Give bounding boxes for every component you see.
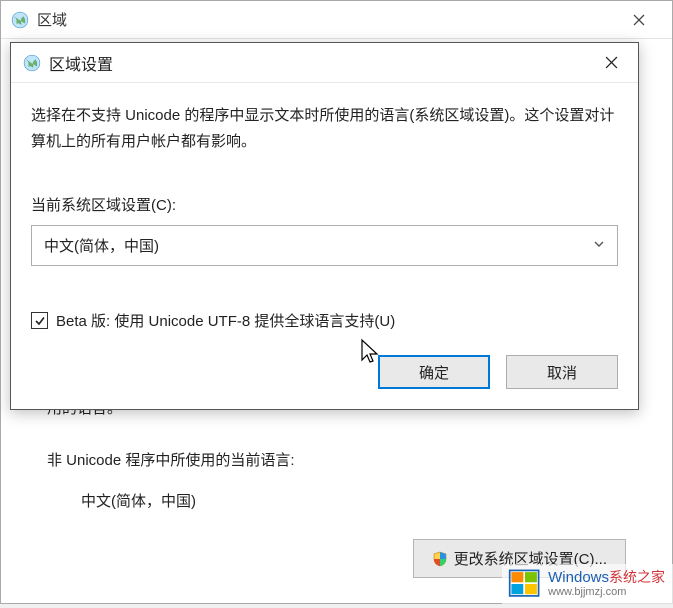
check-icon bbox=[34, 315, 46, 327]
globe-icon bbox=[23, 54, 41, 72]
current-language-value: 中文(简体，中国) bbox=[81, 490, 626, 511]
ok-button[interactable]: 确定 bbox=[378, 355, 490, 389]
dialog-description: 选择在不支持 Unicode 的程序中显示文本时所使用的语言(系统区域设置)。这… bbox=[31, 103, 618, 154]
region-settings-dialog: 区域设置 选择在不支持 Unicode 的程序中显示文本时所使用的语言(系统区域… bbox=[10, 42, 639, 410]
globe-icon bbox=[11, 11, 29, 29]
locale-select[interactable]: 中文(简体，中国) bbox=[31, 225, 618, 266]
ok-label: 确定 bbox=[419, 362, 449, 383]
watermark-brand-zh: 系统之家 bbox=[609, 569, 665, 585]
close-icon bbox=[605, 56, 618, 69]
parent-title: 区域 bbox=[37, 9, 67, 30]
cancel-button[interactable]: 取消 bbox=[506, 355, 618, 389]
utf8-checkbox[interactable]: Beta 版: 使用 Unicode UTF-8 提供全球语言支持(U) bbox=[31, 310, 618, 331]
current-locale-label: 当前系统区域设置(C): bbox=[31, 194, 618, 215]
non-unicode-label: 非 Unicode 程序中所使用的当前语言: bbox=[47, 449, 626, 470]
close-icon bbox=[633, 14, 645, 26]
chevron-down-icon bbox=[593, 237, 605, 254]
watermark-brand: Windows bbox=[548, 569, 609, 586]
watermark-url: www.bjjmzj.com bbox=[548, 586, 665, 598]
dialog-titlebar: 区域设置 bbox=[11, 43, 638, 83]
shield-icon bbox=[432, 551, 448, 567]
locale-select-value: 中文(简体，中国) bbox=[44, 235, 159, 256]
parent-close-button[interactable] bbox=[616, 5, 662, 35]
dialog-title: 区域设置 bbox=[49, 51, 113, 75]
dialog-close-button[interactable] bbox=[588, 46, 634, 80]
parent-titlebar: 区域 bbox=[1, 1, 672, 39]
cancel-label: 取消 bbox=[547, 362, 577, 383]
windows-logo-icon bbox=[508, 567, 542, 601]
dialog-button-row: 确定 取消 bbox=[31, 351, 618, 395]
watermark: Windows系统之家 www.bjjmzj.com bbox=[502, 564, 673, 604]
checkbox-label: Beta 版: 使用 Unicode UTF-8 提供全球语言支持(U) bbox=[56, 310, 395, 331]
checkbox-box bbox=[31, 312, 48, 329]
